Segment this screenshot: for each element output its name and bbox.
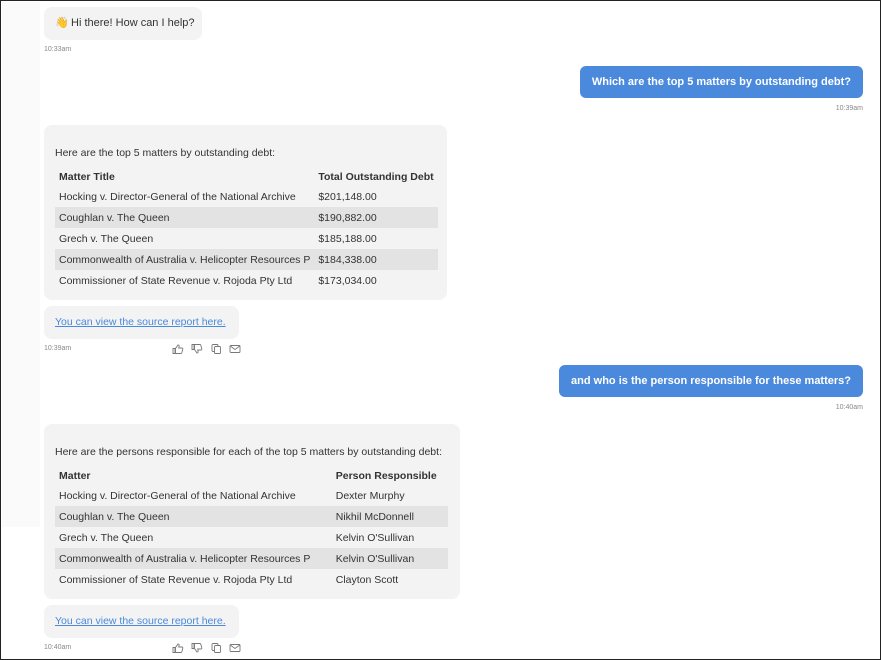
bot-answer-1-bubble: Here are the top 5 matters by outstandin… xyxy=(44,125,447,300)
feedback-actions-2 xyxy=(172,643,241,653)
chat-window: 👋 Hi there! How can I help? 10:33am Whic… xyxy=(0,0,881,660)
matter-cell: Commonwealth of Australia v. Helicopter … xyxy=(55,249,315,270)
greeting-text: Hi there! How can I help? xyxy=(71,17,195,29)
col-header-total-debt: Total Outstanding Debt xyxy=(318,171,434,183)
table-row: Grech v. The Queen Kelvin O'Sullivan xyxy=(55,527,448,548)
user-message-2: and who is the person responsible for th… xyxy=(559,365,863,397)
email-icon[interactable] xyxy=(229,344,241,354)
copy-icon[interactable] xyxy=(210,643,222,653)
bot-answer-2-bubble: Here are the persons responsible for eac… xyxy=(44,424,460,599)
thumbs-up-icon[interactable] xyxy=(172,344,184,354)
responsible-table: Matter Person Responsible Hocking v. Dir… xyxy=(55,467,448,590)
matter-cell: Hocking v. Director-General of the Natio… xyxy=(59,190,296,203)
debt-cell: $201,148.00 xyxy=(318,190,377,203)
copy-icon[interactable] xyxy=(210,344,222,354)
matter-cell: Commonwealth of Australia v. Helicopter … xyxy=(55,548,332,569)
table-row: Commissioner of State Revenue v. Rojoda … xyxy=(55,270,438,291)
debt-cell: $184,338.00 xyxy=(314,249,438,270)
table-row: Commonwealth of Australia v. Helicopter … xyxy=(55,548,448,569)
matter-cell: Grech v. The Queen xyxy=(59,531,154,544)
matter-cell: Commissioner of State Revenue v. Rojoda … xyxy=(59,274,293,287)
col-header-matter: Matter xyxy=(59,470,91,482)
bot-answer-2-intro: Here are the persons responsible for eac… xyxy=(55,446,442,458)
bot-answer-2-time: 10:40am xyxy=(44,644,72,651)
debt-table: Matter Title Total Outstanding Debt Hock… xyxy=(55,168,438,291)
person-cell: Clayton Scott xyxy=(335,573,399,586)
wave-emoji: 👋 xyxy=(55,17,69,29)
table-row: Commissioner of State Revenue v. Rojoda … xyxy=(55,569,448,590)
person-cell: Kelvin O'Sullivan xyxy=(331,548,448,569)
bot-answer-1-time: 10:39am xyxy=(44,345,72,352)
matter-cell: Grech v. The Queen xyxy=(59,232,154,245)
table-row: Hocking v. Director-General of the Natio… xyxy=(55,485,448,506)
person-cell: Nikhil McDonnell xyxy=(331,506,448,527)
col-header-matter-title: Matter Title xyxy=(59,171,115,183)
table-row: Commonwealth of Australia v. Helicopter … xyxy=(55,249,438,270)
thumbs-up-icon[interactable] xyxy=(172,643,184,653)
col-header-person-responsible: Person Responsible xyxy=(335,470,437,482)
source-report-link-1[interactable]: You can view the source report here. xyxy=(55,316,226,328)
email-icon[interactable] xyxy=(229,643,241,653)
left-gutter xyxy=(2,2,40,527)
source-report-link-2[interactable]: You can view the source report here. xyxy=(55,615,226,627)
source-link-bubble-1: You can view the source report here. xyxy=(44,306,239,339)
matter-cell: Coughlan v. The Queen xyxy=(55,207,315,228)
debt-cell: $190,882.00 xyxy=(314,207,438,228)
user-message-1: Which are the top 5 matters by outstandi… xyxy=(579,66,863,98)
person-cell: Dexter Murphy xyxy=(335,489,405,502)
person-cell: Kelvin O'Sullivan xyxy=(335,531,415,544)
table-row: Coughlan v. The Queen $190,882.00 xyxy=(55,207,438,228)
feedback-actions-1 xyxy=(172,344,241,354)
table-row: Coughlan v. The Queen Nikhil McDonnell xyxy=(55,506,448,527)
debt-cell: $173,034.00 xyxy=(318,274,377,287)
greeting-time: 10:33am xyxy=(44,46,72,53)
thumbs-down-icon[interactable] xyxy=(191,643,203,653)
bot-greeting-bubble: 👋 Hi there! How can I help? xyxy=(44,7,202,40)
user-message-1-time: 10:39am xyxy=(835,105,863,112)
user-message-2-time: 10:40am xyxy=(835,404,863,411)
source-link-bubble-2: You can view the source report here. xyxy=(44,605,239,638)
matter-cell: Coughlan v. The Queen xyxy=(55,506,332,527)
bot-answer-1-intro: Here are the top 5 matters by outstandin… xyxy=(55,147,276,159)
table-row: Hocking v. Director-General of the Natio… xyxy=(55,186,438,207)
matter-cell: Hocking v. Director-General of the Natio… xyxy=(59,489,296,502)
debt-cell: $185,188.00 xyxy=(318,232,377,245)
matter-cell: Commissioner of State Revenue v. Rojoda … xyxy=(59,573,293,586)
table-row: Grech v. The Queen $185,188.00 xyxy=(55,228,438,249)
thumbs-down-icon[interactable] xyxy=(191,344,203,354)
